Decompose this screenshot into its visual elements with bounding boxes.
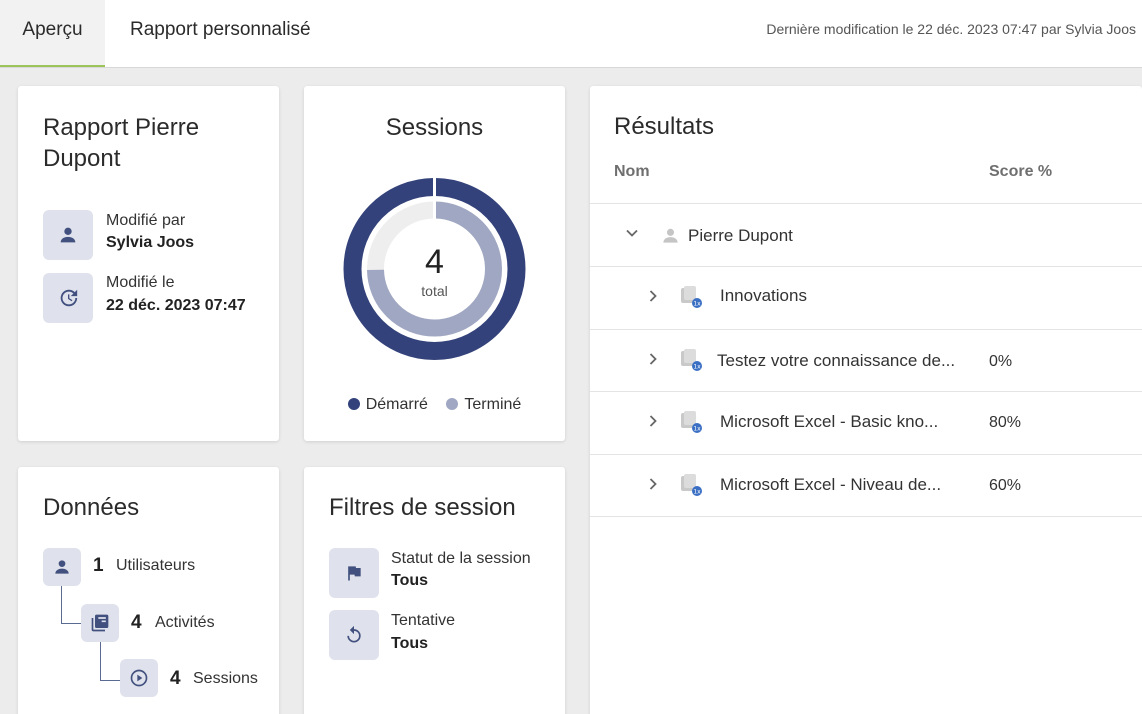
person-icon (60, 227, 76, 243)
modified-by-label: Modifié par (106, 212, 186, 229)
data-title: Données (43, 494, 140, 521)
attempt-value[interactable]: Tous (391, 635, 428, 653)
activity-score: 0% (989, 353, 1013, 370)
person-icon (663, 228, 678, 243)
tab-rapport-personnalise[interactable]: Rapport personnalisé (130, 0, 311, 67)
table-row-user[interactable]: Pierre Dupont (590, 203, 1142, 266)
svg-text:1x: 1x (693, 489, 701, 496)
activity-score: 80% (989, 414, 1022, 431)
legend-label-termine: Terminé (464, 396, 522, 413)
sessions-total-label: total (421, 283, 448, 299)
modified-on-label: Modifié le (106, 274, 175, 291)
sessions-total: 4 (425, 243, 444, 281)
users-label: Utilisateurs (116, 557, 196, 574)
legend-dot-demarre (347, 398, 360, 410)
activity-icon: 1x (678, 472, 702, 496)
legend-item-termine: Terminé (446, 396, 521, 413)
last-modified-text: Dernière modification le 22 déc. 2023 07… (766, 21, 1136, 37)
activities-count: 4 (131, 612, 142, 633)
sessions-count: 4 (170, 668, 181, 689)
filters-title: Filtres de session (329, 494, 516, 521)
sessions-label: Sessions (193, 670, 258, 687)
table-row[interactable]: 1x Microsoft Excel - Basic kno... 80% (590, 391, 1142, 454)
table-row[interactable]: 1x Innovations (590, 266, 1142, 329)
sessions-card: Sessions 4 total Démarré Terminé (304, 86, 565, 441)
user-name: Pierre Dupont (688, 226, 793, 245)
session-filters-card: Filtres de session Statut de la session … (304, 467, 565, 714)
tree-connector (61, 584, 81, 624)
table-row[interactable]: 1x Microsoft Excel - Niveau de... 60% (590, 454, 1142, 517)
play-circle-icon (130, 669, 148, 687)
legend-dot-termine (446, 398, 459, 410)
report-title: Rapport Pierre Dupont (43, 114, 200, 172)
users-icon-box (43, 548, 81, 586)
flag-icon (348, 566, 361, 581)
results-card: Résultats Nom Score % Pierre Dupont 1x I… (590, 86, 1142, 714)
report-card: Rapport Pierre Dupont Modifié par Sylvia… (18, 86, 279, 441)
chevron-down-icon[interactable] (625, 226, 639, 240)
attempt-label: Tentative (391, 612, 456, 629)
legend-item-demarre: Démarré (347, 396, 428, 413)
svg-text:1x: 1x (693, 301, 701, 308)
activity-name: Testez votre connaissance de... (717, 351, 956, 370)
retry-icon (347, 625, 361, 643)
person-icon (55, 560, 69, 574)
sessions-legend: Démarré Terminé (304, 396, 565, 414)
results-title: Résultats (614, 113, 715, 140)
sessions-icon-box (120, 659, 158, 697)
data-card: Données 1 Utilisateurs 4 Activités 4 Ses… (18, 467, 279, 714)
chevron-right-icon[interactable] (646, 352, 660, 366)
svg-text:1x: 1x (693, 364, 701, 371)
activity-icon: 1x (678, 347, 702, 371)
activity-icon: 1x (678, 409, 702, 433)
tree-connector (100, 641, 120, 681)
activity-icon: 1x (678, 284, 702, 308)
sessions-title: Sessions (385, 114, 484, 141)
legend-label-demarre: Démarré (365, 396, 428, 413)
activity-name: Innovations (720, 286, 807, 305)
table-row[interactable]: 1x Testez votre connaissance de... 0% (590, 329, 1142, 392)
status-icon-box (329, 548, 379, 598)
library-icon (91, 614, 109, 632)
column-header-name[interactable]: Nom (614, 163, 650, 181)
chevron-right-icon[interactable] (646, 289, 660, 303)
attempt-icon-box (329, 610, 379, 660)
history-icon-box (43, 273, 93, 323)
users-count: 1 (93, 555, 104, 576)
chevron-right-icon[interactable] (646, 477, 660, 491)
activities-label: Activités (155, 614, 215, 631)
top-bar: Aperçu Rapport personnalisé Dernière mod… (0, 0, 1142, 68)
user-icon-box (43, 210, 93, 260)
status-value[interactable]: Tous (391, 572, 428, 590)
chevron-right-icon[interactable] (646, 414, 660, 428)
activities-icon-box (81, 604, 119, 642)
activity-name: Microsoft Excel - Basic kno... (720, 412, 939, 431)
svg-text:1x: 1x (693, 426, 701, 433)
modified-on-value: 22 déc. 2023 07:47 (106, 297, 246, 314)
column-header-score[interactable]: Score % (989, 163, 1052, 181)
status-label: Statut de la session (391, 550, 531, 567)
modified-by-value: Sylvia Joos (106, 234, 195, 251)
activity-score: 60% (989, 477, 1022, 494)
activity-name: Microsoft Excel - Niveau de... (720, 475, 942, 494)
history-icon (60, 289, 78, 307)
tab-apercu[interactable]: Aperçu (0, 0, 105, 67)
